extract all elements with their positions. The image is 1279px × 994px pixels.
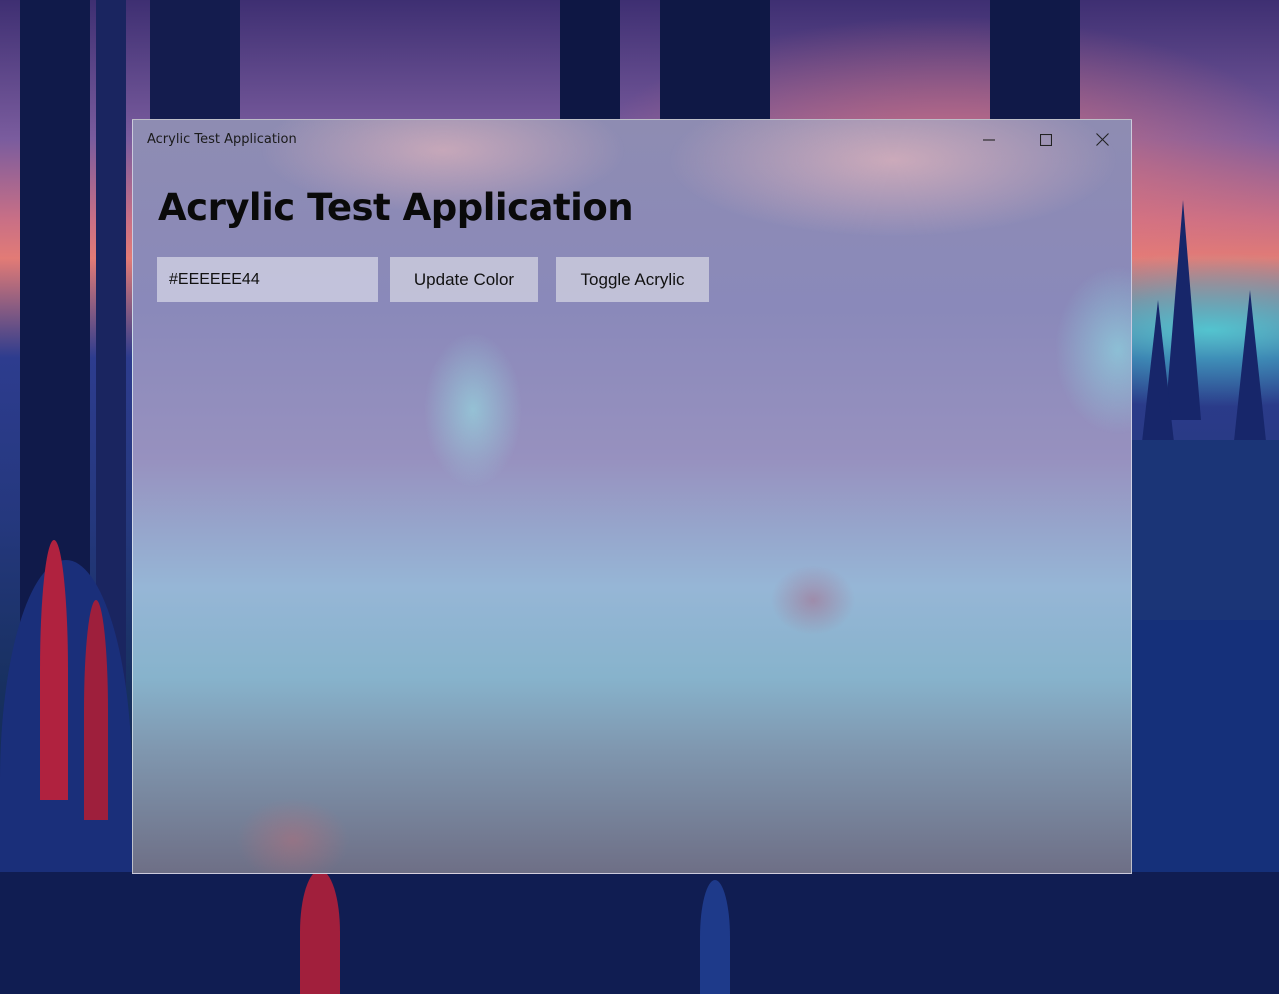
minimize-icon [982, 131, 995, 150]
wallpaper-fern [700, 880, 730, 994]
wallpaper-spire [1140, 300, 1176, 460]
wallpaper-tree [990, 0, 1080, 125]
minimize-button[interactable] [960, 120, 1017, 160]
wallpaper-spire [1232, 290, 1268, 460]
wallpaper-tree [660, 0, 770, 125]
wallpaper-tree [150, 0, 240, 130]
toggle-acrylic-button[interactable]: Toggle Acrylic [556, 257, 709, 302]
wallpaper-fern [84, 600, 108, 820]
maximize-button[interactable] [1017, 120, 1074, 160]
page-title: Acrylic Test Application [158, 186, 634, 229]
close-button[interactable] [1074, 120, 1131, 160]
color-input[interactable] [157, 257, 378, 302]
wallpaper-tree [560, 0, 620, 125]
window-title: Acrylic Test Application [147, 132, 297, 147]
title-bar[interactable]: Acrylic Test Application [133, 120, 1131, 160]
close-icon [1096, 131, 1109, 150]
wallpaper-ground [0, 872, 1279, 994]
app-window: Acrylic Test Application Acrylic Test Ap… [132, 119, 1132, 874]
update-color-button[interactable]: Update Color [390, 257, 538, 302]
wallpaper-fern [40, 540, 68, 800]
maximize-icon [1039, 131, 1052, 150]
wallpaper-fern [300, 870, 340, 994]
